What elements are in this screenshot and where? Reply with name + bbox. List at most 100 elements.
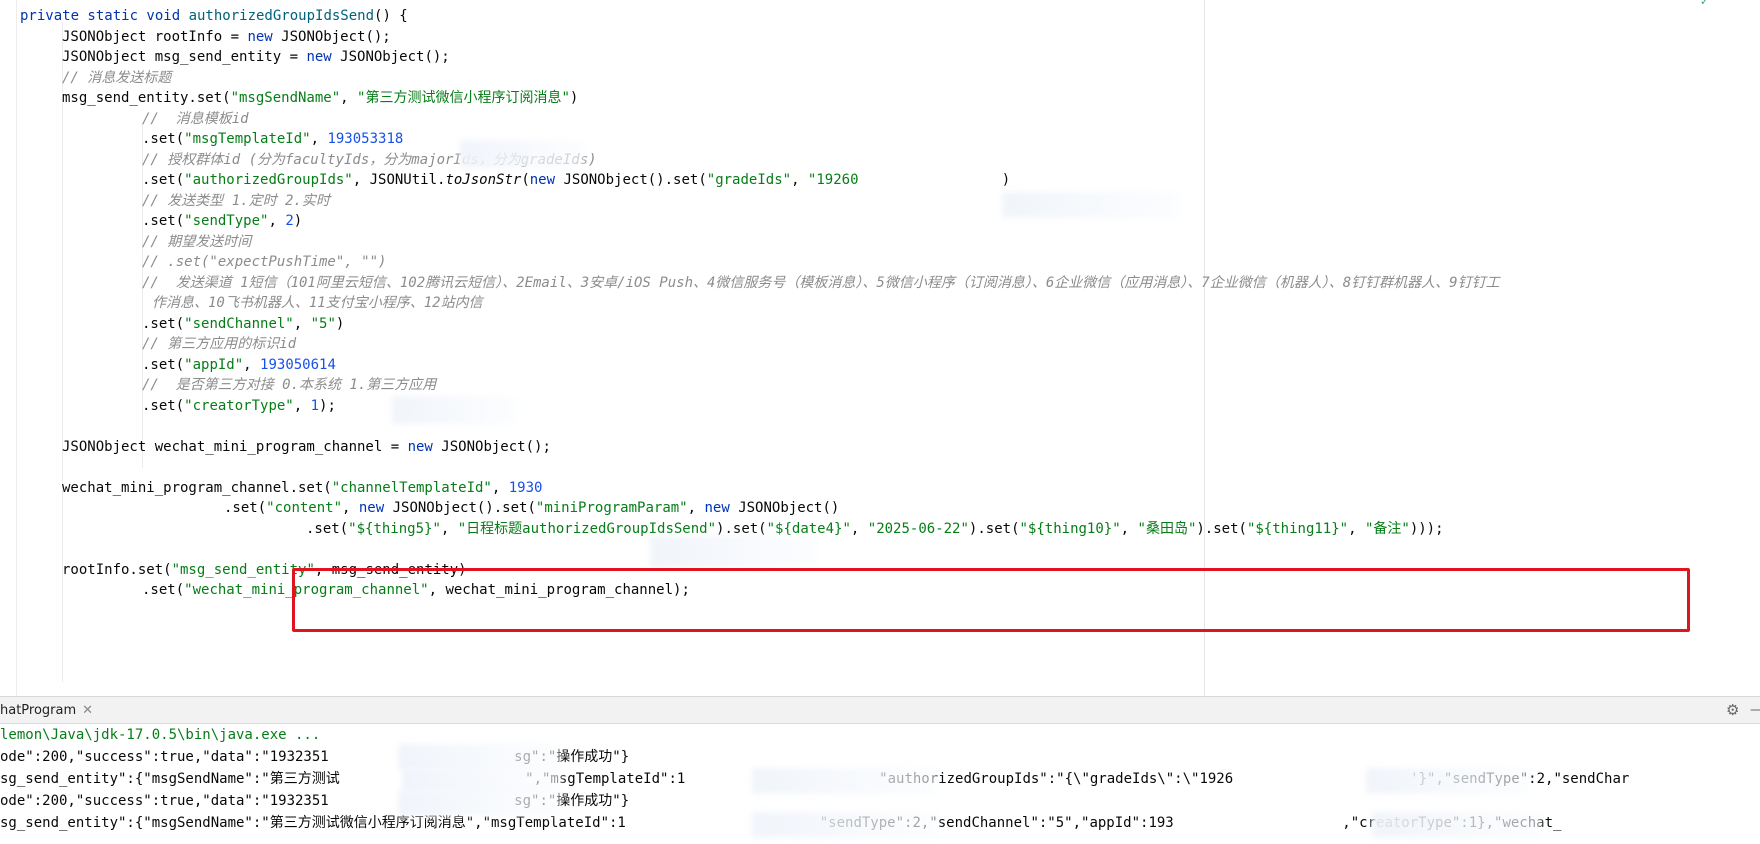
- code-token: ,: [243, 356, 261, 373]
- code-line: // 第三方应用的标识id: [142, 333, 296, 355]
- code-token: .set(: [142, 131, 185, 147]
- code-token: .set(: [142, 172, 185, 188]
- code-token: ): [569, 90, 579, 106]
- code-token: ,: [850, 520, 868, 537]
- code-editor[interactable]: ✓ private static void authorizedGroupIds…: [0, 0, 1760, 696]
- code-token: ,: [791, 172, 808, 188]
- code-token: )));: [1409, 520, 1444, 537]
- code-token: "5": [310, 315, 336, 332]
- code-token: ).set(: [1196, 520, 1247, 537]
- code-token: ,: [342, 500, 359, 516]
- code-token: new: [704, 500, 739, 516]
- code-token: ,: [1348, 520, 1365, 537]
- inspection-widget[interactable]: ✓: [1701, 0, 1708, 8]
- code-token: ): [335, 315, 345, 332]
- code-token: 193050614: [260, 356, 336, 373]
- code-line: .set("appId", 193050614: [142, 354, 336, 376]
- code-line: // 发送渠道 1短信（101阿里云短信、102腾讯云短信）、2Email、3安…: [142, 272, 1500, 294]
- code-token: ).set(: [968, 520, 1020, 537]
- code-token: .set(: [142, 356, 185, 373]
- run-tab[interactable]: hatProgram ✕: [0, 697, 103, 724]
- code-token: "${thing5}": [348, 520, 441, 537]
- code-token: // 是否第三方对接 0.本系统 1.第三方应用: [142, 377, 437, 393]
- code-token: ,: [268, 213, 286, 229]
- code-token: new: [306, 49, 341, 65]
- code-line: .set("msgTemplateId", 193053318: [142, 128, 403, 150]
- code-line: JSONObject msg_send_entity = new JSONObj…: [62, 46, 450, 68]
- code-token: rootInfo.set(: [62, 561, 172, 578]
- code-token: JSONObject wechat_mini_program_channel =: [62, 438, 408, 455]
- code-token: wechat_mini_program_channel.set(: [62, 479, 332, 496]
- code-token: 193053318: [327, 131, 404, 147]
- code-token: JSONObject();: [340, 49, 450, 65]
- code-token: "msgTemplateId": [184, 131, 311, 147]
- redaction-blur: [650, 536, 818, 568]
- redaction-blur: [460, 140, 585, 168]
- redaction-blur: [752, 768, 938, 794]
- code-token: "备注": [1364, 520, 1410, 537]
- code-line: // 发送类型 1.定时 2.实时: [142, 190, 330, 212]
- code-token: ,: [293, 315, 311, 332]
- code-token: // 消息模板id: [142, 110, 249, 127]
- code-token: ,: [491, 479, 509, 496]
- code-token: ).set(: [716, 520, 767, 537]
- code-token: new: [358, 500, 393, 516]
- code-token: () {: [374, 8, 408, 24]
- code-token: JSONObject rootInfo =: [62, 28, 248, 45]
- code-token: "channelTemplateId": [331, 479, 492, 496]
- code-token: new: [529, 172, 564, 188]
- code-token: "日程标题authorizedGroupIdsSend": [457, 520, 717, 537]
- redaction-blur: [402, 768, 562, 792]
- code-token: (: [521, 172, 530, 188]
- code-line: private static void authorizedGroupIdsSe…: [20, 5, 408, 27]
- console-line: lemon\Java\jdk-17.0.5\bin\java.exe ...: [0, 727, 321, 743]
- code-line: .set("${thing5}", "日程标题authorizedGroupId…: [306, 518, 1444, 540]
- code-line: msg_send_entity.set("msgSendName", "第三方测…: [62, 87, 578, 109]
- code-line: .set("sendChannel", "5"): [142, 313, 344, 335]
- code-token: ,: [293, 397, 311, 414]
- code-token: 1: [310, 397, 320, 414]
- code-line: // 消息发送标题: [62, 67, 171, 89]
- close-icon[interactable]: ✕: [82, 703, 93, 718]
- indent-guide: [62, 22, 63, 682]
- code-token: .set(: [142, 582, 185, 598]
- code-token: // .set("expectPushTime", ""): [142, 254, 387, 270]
- gear-icon[interactable]: ⚙: [1726, 701, 1744, 719]
- code-token: "19260: [807, 172, 1002, 188]
- code-token: JSONObject msg_send_entity =: [62, 49, 307, 65]
- run-console[interactable]: lemon\Java\jdk-17.0.5\bin\java.exe ... od…: [0, 724, 1760, 844]
- code-token: // 发送类型 1.定时 2.实时: [142, 192, 330, 209]
- code-token: JSONObject();: [441, 438, 551, 455]
- code-line: .set("authorizedGroupIds", JSONUtil.toJs…: [142, 169, 1010, 191]
- code-token: "${thing11}": [1246, 520, 1349, 537]
- code-token: .set(: [306, 520, 349, 537]
- code-token: ,: [340, 90, 358, 106]
- code-token: "sendType": [184, 213, 269, 229]
- code-token: "gradeIds": [706, 172, 792, 188]
- code-token: "桑田岛": [1137, 520, 1197, 537]
- code-token: "appId": [184, 356, 244, 373]
- code-token: toJsonStr: [445, 172, 522, 188]
- redaction-blur: [1372, 812, 1542, 838]
- code-token: authorizedGroupIdsSend: [188, 8, 375, 24]
- redaction-blur: [1002, 192, 1180, 218]
- code-token: JSONObject(): [738, 500, 840, 516]
- code-token: .set(: [224, 500, 267, 516]
- annotation-highlight-box: [292, 568, 1690, 632]
- code-line: JSONObject rootInfo = new JSONObject();: [62, 26, 391, 48]
- code-line: .set("creatorType", 1);: [142, 395, 336, 417]
- code-token: "msgSendName": [230, 90, 341, 106]
- minimize-icon[interactable]: —: [1750, 701, 1760, 719]
- redaction-blur: [398, 790, 560, 816]
- code-token: 2: [285, 213, 294, 229]
- code-line: // 是否第三方对接 0.本系统 1.第三方应用: [142, 374, 436, 396]
- code-token: ,: [687, 500, 705, 516]
- code-line: // .set("expectPushTime", ""): [142, 251, 386, 273]
- code-line: // 消息模板id: [142, 108, 249, 130]
- code-token: ): [293, 213, 303, 229]
- code-token: ): [1001, 172, 1011, 188]
- code-token: "content": [266, 500, 343, 516]
- code-token: JSONObject().set(: [563, 172, 707, 188]
- redaction-blur: [392, 396, 516, 424]
- redaction-blur: [1366, 768, 1528, 794]
